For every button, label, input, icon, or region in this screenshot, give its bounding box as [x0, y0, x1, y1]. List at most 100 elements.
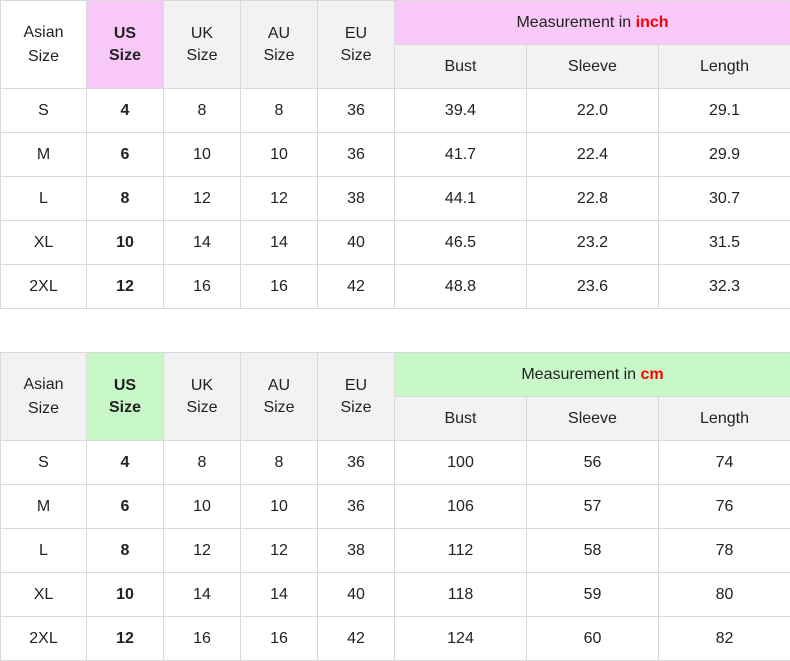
bust-cell: 48.8 [394, 264, 527, 309]
uk-size-cell: 12 [163, 176, 241, 221]
eu-size-header: EU Size [317, 352, 395, 441]
eu-size-cell: 36 [317, 88, 395, 133]
length-header: Length [658, 396, 790, 441]
length-cell: 32.3 [657, 264, 790, 309]
bust-cell: 46.5 [394, 220, 527, 265]
us-size-cell: 8 [86, 528, 164, 573]
asian-size-cell: L [0, 176, 87, 221]
au-size-header: AU Size [240, 352, 318, 441]
eu-size-cell: 36 [317, 440, 395, 485]
sleeve-cell: 22.8 [526, 176, 659, 221]
bust-cell: 100 [394, 440, 527, 485]
au-size-cell: 10 [240, 132, 318, 177]
us-size-cell: 10 [86, 572, 164, 617]
unit-label: inch [635, 13, 669, 31]
us-size-cell: 6 [86, 132, 164, 177]
bust-cell: 106 [394, 484, 527, 529]
measurement-unit-header: Measurement in cm [394, 352, 790, 397]
uk-size-cell: 16 [163, 264, 241, 309]
au-size-cell: 12 [240, 528, 318, 573]
au-size-header: AU Size [240, 0, 318, 89]
asian-size-cell: M [0, 484, 87, 529]
eu-size-cell: 40 [317, 220, 395, 265]
us-size-cell: 12 [86, 616, 164, 661]
uk-size-cell: 12 [163, 528, 241, 573]
bust-cell: 39.4 [394, 88, 527, 133]
sleeve-cell: 22.4 [526, 132, 659, 177]
length-cell: 82 [658, 616, 790, 661]
au-size-cell: 16 [240, 616, 318, 661]
eu-size-cell: 38 [317, 528, 395, 573]
length-cell: 29.1 [657, 88, 790, 133]
au-size-cell: 16 [240, 264, 318, 309]
sleeve-header: Sleeve [526, 396, 659, 441]
asian-size-cell: L [0, 528, 87, 573]
au-size-cell: 8 [240, 440, 318, 485]
eu-size-header: EU Size [317, 0, 395, 89]
uk-size-header: UK Size [163, 352, 241, 441]
table-row: 2XL 12 16 16 42 124 60 82 [0, 616, 790, 661]
us-size-cell: 4 [86, 88, 164, 133]
bust-cell: 112 [394, 528, 527, 573]
table-row: L 8 12 12 38 44.1 22.8 30.7 [0, 176, 790, 221]
sleeve-cell: 22.0 [526, 88, 659, 133]
measurement-unit-header: Measurement in inch [393, 0, 790, 45]
us-size-cell: 10 [86, 220, 164, 265]
length-cell: 78 [658, 528, 790, 573]
au-size-cell: 8 [240, 88, 318, 133]
sleeve-cell: 56 [526, 440, 659, 485]
uk-size-cell: 14 [163, 572, 241, 617]
bust-cell: 41.7 [394, 132, 527, 177]
au-size-cell: 10 [240, 484, 318, 529]
uk-size-cell: 10 [163, 132, 241, 177]
eu-size-cell: 36 [317, 132, 395, 177]
table-row: 2XL 12 16 16 42 48.8 23.6 32.3 [0, 264, 790, 309]
eu-size-cell: 36 [317, 484, 395, 529]
length-cell: 30.7 [657, 176, 790, 221]
table-row: XL 10 14 14 40 46.5 23.2 31.5 [0, 220, 790, 265]
bust-header: Bust [394, 396, 527, 441]
eu-size-cell: 42 [317, 264, 395, 309]
sleeve-cell: 60 [526, 616, 659, 661]
eu-size-cell: 42 [317, 616, 395, 661]
asian-size-cell: S [0, 440, 87, 485]
asian-size-cell: M [0, 132, 87, 177]
uk-size-cell: 8 [163, 88, 241, 133]
asian-size-cell: 2XL [0, 264, 87, 309]
au-size-cell: 14 [240, 220, 318, 265]
eu-size-cell: 38 [317, 176, 395, 221]
asian-size-cell: 2XL [0, 616, 87, 661]
table-row: M 6 10 10 36 106 57 76 [0, 484, 790, 529]
table-row: S 4 8 8 36 100 56 74 [0, 440, 790, 485]
uk-size-header: UK Size [163, 0, 241, 89]
us-size-cell: 12 [86, 264, 164, 309]
uk-size-cell: 10 [163, 484, 241, 529]
uk-size-cell: 8 [163, 440, 241, 485]
us-size-cell: 4 [86, 440, 164, 485]
bust-header: Bust [394, 44, 527, 89]
length-cell: 29.9 [657, 132, 790, 177]
uk-size-cell: 14 [163, 220, 241, 265]
size-table-inch: Asian Size US Size UK Size AU Size EU Size Me… [0, 0, 790, 309]
asian-size-cell: S [0, 88, 87, 133]
sleeve-cell: 23.2 [526, 220, 659, 265]
length-cell: 80 [658, 572, 790, 617]
table-row: M 6 10 10 36 41.7 22.4 29.9 [0, 132, 790, 177]
asian-size-cell: XL [0, 220, 87, 265]
size-table-cm: Asian Size US Size UK Size AU Size EU Size Me… [0, 352, 790, 661]
table-row: S 4 8 8 36 39.4 22.0 29.1 [0, 88, 790, 133]
table-row: L 8 12 12 38 112 58 78 [0, 528, 790, 573]
bust-cell: 118 [394, 572, 527, 617]
bust-cell: 44.1 [394, 176, 527, 221]
length-cell: 76 [658, 484, 790, 529]
table-row: XL 10 14 14 40 118 59 80 [0, 572, 790, 617]
length-header: Length [657, 44, 790, 89]
us-size-cell: 8 [86, 176, 164, 221]
sleeve-cell: 59 [526, 572, 659, 617]
bust-cell: 124 [394, 616, 527, 661]
asian-size-cell: XL [0, 572, 87, 617]
asian-size-header: Asian Size [0, 352, 87, 441]
us-size-header: US Size [86, 0, 164, 89]
length-cell: 31.5 [657, 220, 790, 265]
us-size-header: US Size [86, 352, 164, 441]
